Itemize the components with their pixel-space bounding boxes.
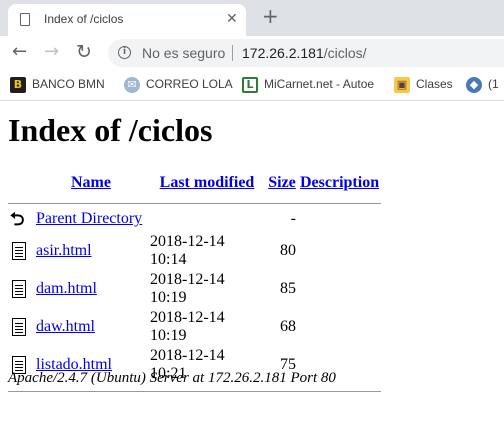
back-button[interactable]: ← <box>12 40 27 64</box>
toolbar: ← → ↻ i No es seguro 172.26.2.181/ciclos… <box>0 36 504 68</box>
description-cell <box>298 308 381 346</box>
back-arrow-glyph: ⮌ <box>10 209 25 230</box>
description-header-cell: Description <box>298 170 381 196</box>
tab-title: Index of /ciclos <box>44 12 124 26</box>
sort-by-size-link[interactable]: Size <box>268 174 296 191</box>
name-cell: dam.html <box>34 270 148 308</box>
mail-icon: ✉ <box>124 76 140 93</box>
icon-cell: ⮌ <box>8 206 34 232</box>
bookmark-micarnet[interactable]: L MiCarnet.net - Autoe <box>242 76 374 93</box>
text-file-icon <box>10 241 28 261</box>
table-row: dam.html 2018-12-14 10:19 85 <box>8 270 381 308</box>
forward-button[interactable]: → <box>44 40 59 64</box>
table-row: asir.html 2018-12-14 10:14 80 <box>8 232 381 270</box>
bookmark-label: (1 <box>488 77 499 91</box>
bookmark-label: MiCarnet.net - Autoe <box>264 77 375 91</box>
file-link[interactable]: asir.html <box>36 242 92 259</box>
icon-cell <box>8 270 34 308</box>
url-host: 172.26.2.181 <box>242 45 324 61</box>
text-file-icon <box>10 279 28 299</box>
sort-by-name-link[interactable]: Name <box>71 174 111 191</box>
security-label[interactable]: No es seguro <box>142 45 225 61</box>
bookmark-label: Clases <box>416 77 453 91</box>
separator-row <box>8 196 382 206</box>
sort-by-description-link[interactable]: Description <box>300 174 379 191</box>
icon-cell <box>8 308 34 346</box>
classroom-icon: ▣ <box>394 76 410 93</box>
page-title: Index of /ciclos <box>8 112 213 148</box>
size-cell: 85 <box>280 280 296 297</box>
bookmark-correo-lola[interactable]: ✉ CORREO LOLA <box>124 76 233 93</box>
url-text[interactable]: 172.26.2.181/ciclos/ <box>242 45 367 61</box>
browser-tab[interactable]: Index of /ciclos ✕ <box>8 4 246 36</box>
description-cell <box>298 232 381 270</box>
directory-listing: Name Last modified Size Description ⮌ Pa… <box>8 170 382 394</box>
table-row: daw.html 2018-12-14 10:19 68 <box>8 308 381 346</box>
modified-header-cell: Last modified <box>148 170 266 196</box>
server-signature: Apache/2.4.7 (Ubuntu) Server at 172.26.2… <box>8 370 336 386</box>
micarnet-logo-icon: L <box>242 76 258 93</box>
bookmark-label: BANCO BMN <box>32 77 105 91</box>
bank-logo-icon: B <box>10 76 26 93</box>
separator <box>8 390 382 392</box>
tab-strip: Index of /ciclos ✕ + <box>0 0 504 36</box>
size-cell: - <box>290 210 296 227</box>
file-glyph <box>12 280 26 298</box>
name-cell: asir.html <box>34 232 148 270</box>
modified-cell: 2018-12-14 10:14 <box>150 233 225 268</box>
info-icon[interactable]: i <box>118 46 131 59</box>
sort-by-modified-link[interactable]: Last modified <box>160 174 255 191</box>
icon-cell <box>8 232 34 270</box>
site-logo-icon: ◆ <box>466 76 482 93</box>
name-header-cell: Name <box>34 170 148 196</box>
bookmark-overflow[interactable]: ◆ (1 <box>466 76 499 93</box>
divider <box>232 45 233 61</box>
size-header-cell: Size <box>266 170 298 196</box>
separator-cell <box>8 196 382 206</box>
size-cell: 68 <box>280 318 296 335</box>
text-file-icon <box>10 317 28 337</box>
header-row: Name Last modified Size Description <box>8 170 381 196</box>
size-cell: 80 <box>280 242 296 259</box>
bookmark-clases[interactable]: ▣ Clases <box>394 76 453 93</box>
back-arrow-icon: ⮌ <box>10 209 28 229</box>
bookmark-label: CORREO LOLA <box>146 77 233 91</box>
table-row: ⮌ Parent Directory - <box>8 206 381 232</box>
file-link[interactable]: dam.html <box>36 280 97 297</box>
address-bar[interactable]: i No es seguro 172.26.2.181/ciclos/ <box>108 39 504 67</box>
close-tab-icon[interactable]: ✕ <box>226 10 238 28</box>
url-path: /ciclos/ <box>323 45 367 61</box>
bookmarks-bar: B BANCO BMN ✉ CORREO LOLA L MiCarnet.net - … <box>0 68 504 101</box>
name-cell: daw.html <box>34 308 148 346</box>
icon-column-header <box>8 170 34 196</box>
file-link[interactable]: daw.html <box>36 318 95 335</box>
name-cell: Parent Directory <box>34 206 148 232</box>
description-cell <box>298 206 381 232</box>
separator <box>8 202 382 204</box>
parent-directory-link[interactable]: Parent Directory <box>36 210 142 227</box>
modified-cell: 2018-12-14 10:19 <box>150 271 225 306</box>
modified-cell: 2018-12-14 10:19 <box>150 309 225 344</box>
bookmark-banco-bmn[interactable]: B BANCO BMN <box>10 76 105 93</box>
description-cell <box>298 270 381 308</box>
document-icon <box>20 13 30 26</box>
file-glyph <box>12 242 26 260</box>
reload-button[interactable]: ↻ <box>76 40 92 64</box>
modified-cell <box>148 206 266 232</box>
new-tab-button[interactable]: + <box>262 3 279 29</box>
file-glyph <box>12 318 26 336</box>
